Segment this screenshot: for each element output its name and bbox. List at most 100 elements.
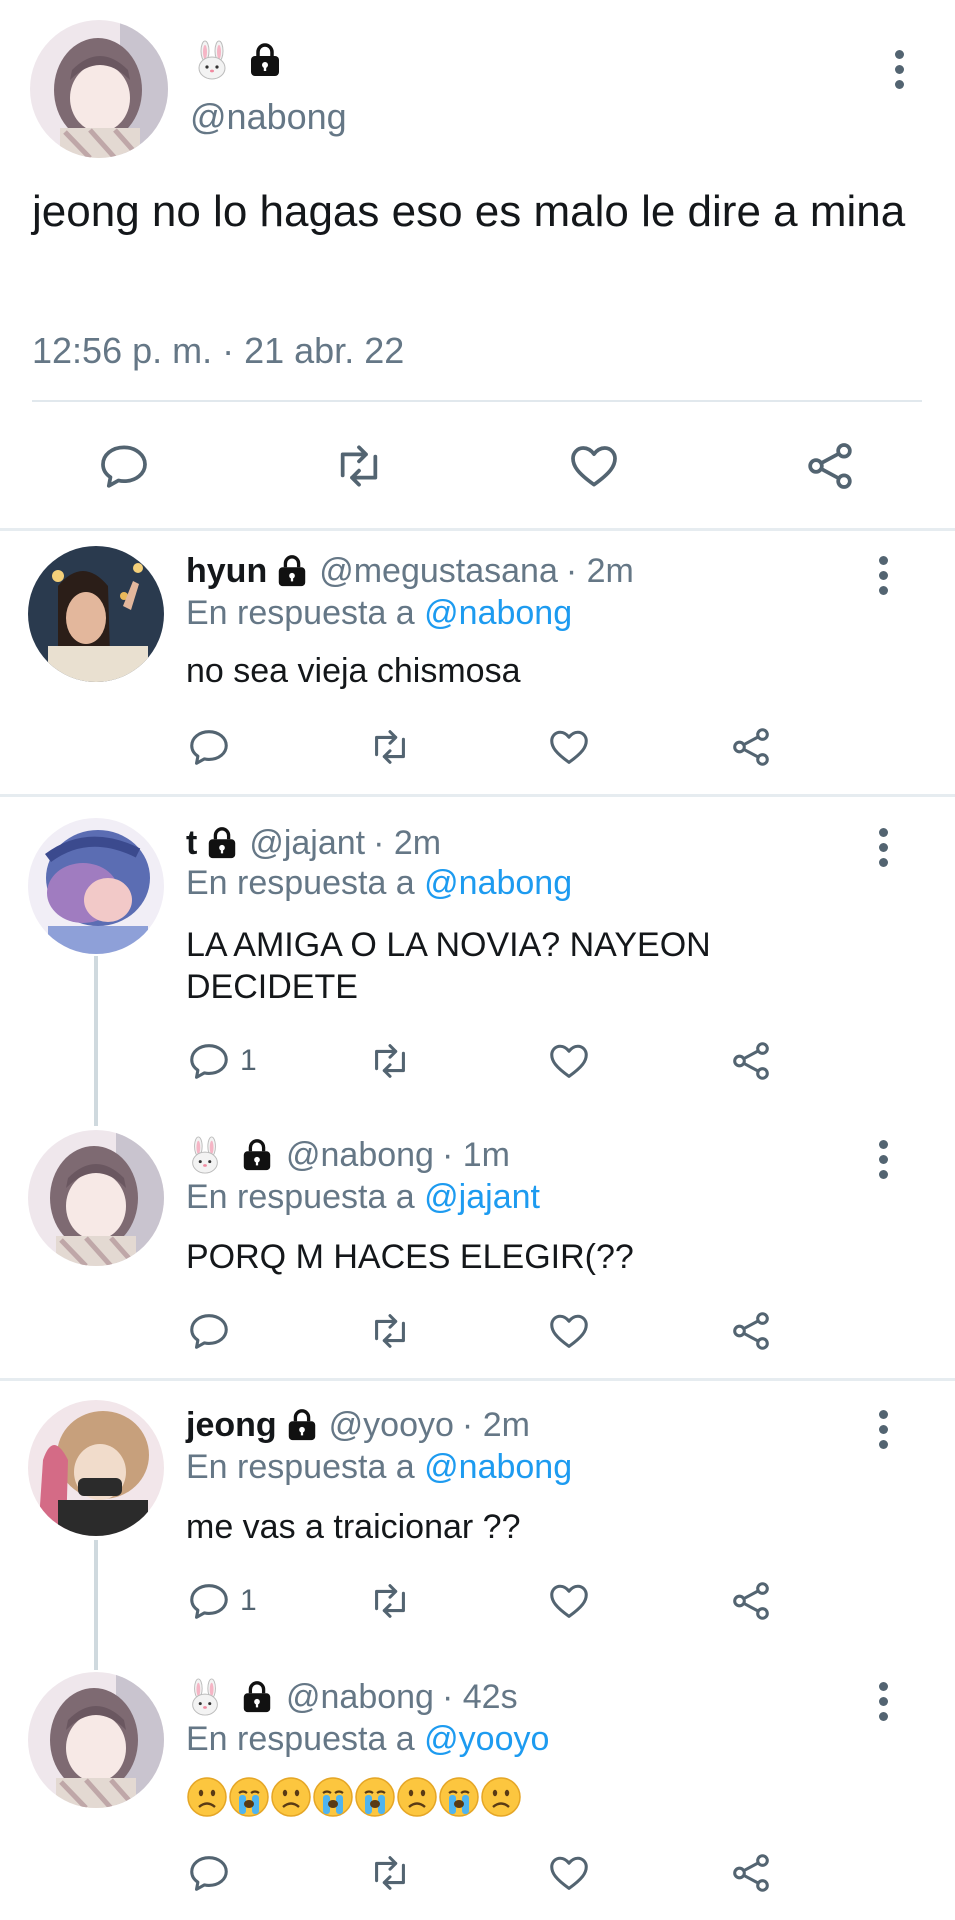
reply-icon [190,1584,228,1619]
reply-to-link[interactable]: @nabong [424,594,572,632]
reply-button[interactable] [96,438,152,494]
reply-button[interactable] [186,1850,232,1896]
share-icon [733,728,769,766]
lock-icon [288,1409,315,1441]
lock-icon [278,555,306,587]
display-name[interactable]: jeong [186,1406,277,1445]
reply-context: En respuesta a @nabong [186,864,573,902]
display-name[interactable]: t [186,824,197,863]
avatar[interactable] [28,818,164,954]
more-options-icon[interactable] [876,828,890,873]
share-icon [808,443,852,489]
more-options-icon[interactable] [876,556,890,601]
retweet-button[interactable] [330,438,388,494]
avatar[interactable] [28,1400,164,1536]
reply-count: 1 [240,1584,257,1617]
like-button[interactable] [546,1578,592,1624]
reply-icon [190,1856,228,1891]
reply-emoji-row [186,1776,522,1818]
share-icon [733,1042,769,1080]
reply-text: me vas a traicionar ?? [186,1508,521,1546]
more-options-icon[interactable] [892,50,906,95]
reply-text: LA AMIGA O LA NOVIA? NAYEON DECIDETE [186,926,711,1006]
avatar[interactable] [30,20,168,158]
share-button[interactable] [728,724,774,770]
reply-count: 1 [240,1044,257,1077]
reply-time: · 42s [441,1677,518,1716]
retweet-button[interactable] [366,1308,414,1354]
reply-button[interactable]: 1 [186,1578,257,1624]
like-icon [550,730,588,764]
reply-header: t @jajant · 2m [186,822,441,864]
share-button[interactable] [728,1850,774,1896]
reply-to-link[interactable]: @jajant [424,1178,540,1216]
reply-context: En respuesta a @nabong [186,1448,573,1486]
reply-to-link[interactable]: @nabong [424,864,572,902]
crying-face-emoji-icon [229,1777,269,1817]
reply-header: hyun @megustasana · 2m [186,550,634,592]
author-handle[interactable]: @nabong [190,96,347,138]
avatar[interactable] [28,1130,164,1266]
reply-context: En respuesta a @nabong [186,594,573,632]
reply-button[interactable] [186,1308,232,1354]
crying-face-emoji-icon [313,1777,353,1817]
author-handle[interactable]: @nabong [286,1678,434,1717]
more-options-icon[interactable] [876,1682,890,1727]
like-button[interactable] [546,1850,592,1896]
frowning-face-emoji-icon [187,1777,227,1817]
reply-text: no sea vieja chismosa [186,652,521,690]
thread-line [94,956,98,1126]
display-name[interactable]: 🐰 [186,1136,224,1174]
share-icon [733,1854,769,1892]
reply-header: 🐰 @nabong · 1m [186,1134,510,1176]
more-options-icon[interactable] [876,1140,890,1185]
share-button[interactable] [728,1308,774,1354]
reply-text: PORQ M HACES ELEGIR(?? [186,1238,634,1276]
share-button[interactable] [728,1578,774,1624]
like-button[interactable] [546,724,592,770]
like-icon [550,1314,588,1348]
share-button[interactable] [728,1038,774,1084]
separator [0,794,955,797]
retweet-icon [375,1044,405,1078]
like-icon [550,1044,588,1078]
lock-icon [243,1139,271,1171]
share-button[interactable] [802,438,858,494]
lock-icon [209,827,236,859]
like-button[interactable] [546,1038,592,1084]
tweet-text: jeong no lo hagas eso es malo le dire a … [32,187,906,236]
reply-context: En respuesta a @jajant [186,1178,540,1216]
like-button[interactable] [546,1308,592,1354]
reply-to-link[interactable]: @nabong [424,1448,572,1486]
retweet-button[interactable] [366,1850,414,1896]
like-button[interactable] [566,438,622,494]
avatar[interactable] [28,546,164,682]
like-icon [571,446,617,487]
retweet-button[interactable] [366,724,414,770]
share-icon [733,1312,769,1350]
avatar[interactable] [28,1672,164,1808]
retweet-button[interactable] [366,1038,414,1084]
like-icon [550,1584,588,1618]
retweet-button[interactable] [366,1578,414,1624]
author-handle[interactable]: @megustasana [319,552,558,591]
crying-face-emoji-icon [355,1777,395,1817]
author-handle[interactable]: @nabong [286,1136,434,1175]
reply-button[interactable] [186,724,232,770]
reply-time: · 2m [565,551,634,590]
reply-to-link[interactable]: @yooyo [424,1720,549,1758]
author-handle[interactable]: @yooyo [329,1406,454,1445]
reply-button[interactable]: 1 [186,1038,257,1084]
reply-icon [190,1044,228,1079]
reply-icon [101,445,147,488]
display-name[interactable]: hyun [186,552,267,591]
lock-icon [243,1681,271,1713]
tweet-timestamp[interactable]: 12:56 p. m. · 21 abr. 22 [32,330,404,372]
reply-time: · 2m [373,823,442,862]
share-icon [733,1582,769,1620]
reply-header: 🐰 @nabong · 42s [186,1676,518,1718]
retweet-icon [375,730,405,764]
author-handle[interactable]: @jajant [249,824,365,863]
more-options-icon[interactable] [876,1410,890,1455]
display-name[interactable]: 🐰 [186,1678,224,1716]
